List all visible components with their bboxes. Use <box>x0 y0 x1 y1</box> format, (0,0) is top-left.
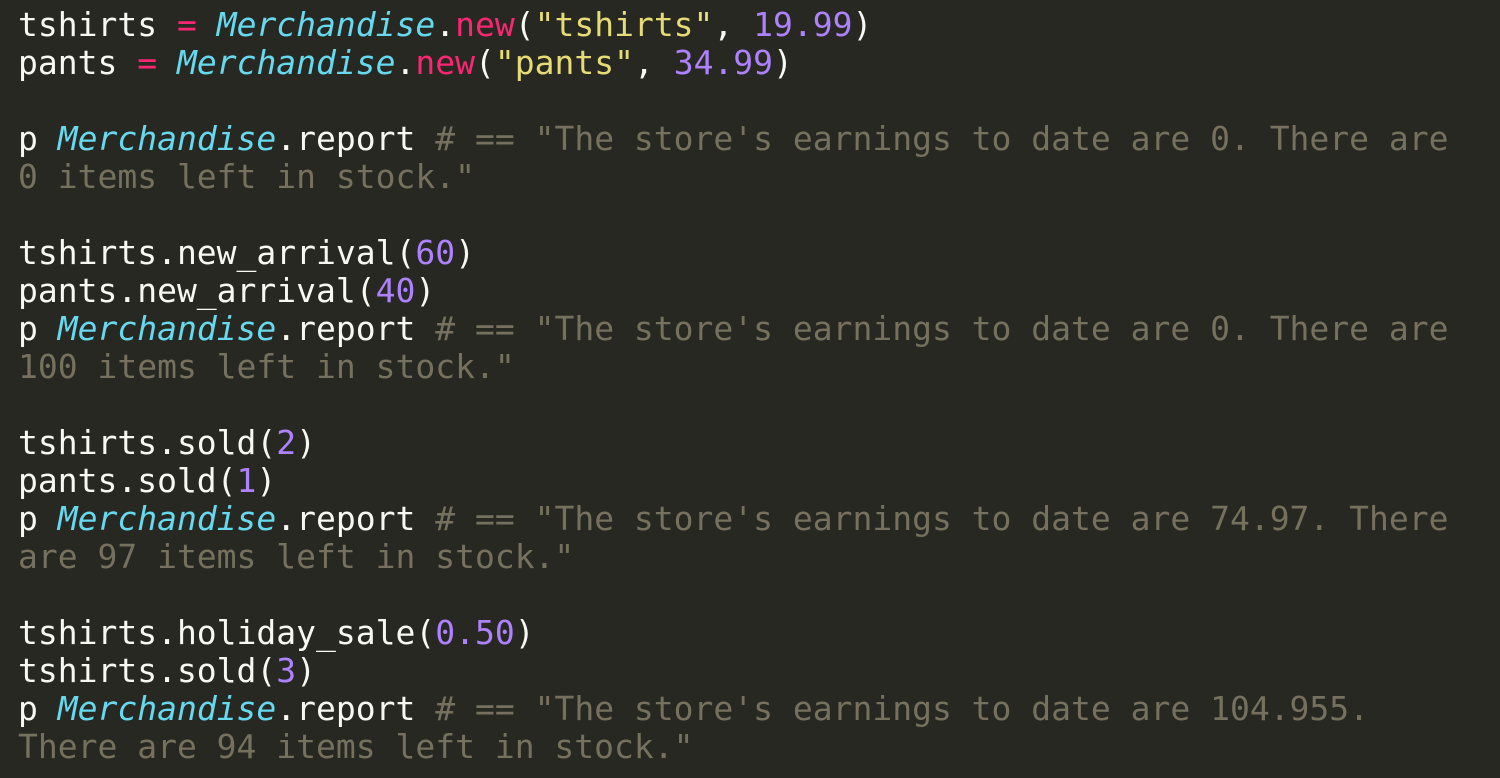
token-plain: , <box>633 43 674 82</box>
code-line: tshirts.sold(2) <box>18 424 1500 462</box>
token-plain: p <box>18 689 58 728</box>
token-operator: new <box>455 5 515 44</box>
code-line: 100 items left in stock." <box>18 348 1500 386</box>
token-plain: ) <box>256 461 277 500</box>
code-line: tshirts.sold(3) <box>18 652 1500 690</box>
code-line: are 97 items left in stock." <box>18 538 1500 576</box>
token-comment: # == "The store's earnings to date are 1… <box>435 689 1370 728</box>
code-line: p Merchandise.report # == "The store's e… <box>18 120 1500 158</box>
token-plain: ) <box>852 5 873 44</box>
code-line: p Merchandise.report # == "The store's e… <box>18 500 1500 538</box>
token-number: 34.99 <box>673 43 774 82</box>
code-line: p Merchandise.report # == "The store's e… <box>18 310 1500 348</box>
token-plain: ) <box>415 271 436 310</box>
token-comment: 100 items left in stock." <box>18 347 515 386</box>
token-comment: # == "The store's earnings to date are 0… <box>435 119 1449 158</box>
code-line: There are 94 items left in stock." <box>18 728 1500 766</box>
token-plain: tshirts.sold( <box>18 423 277 462</box>
token-plain: p <box>18 499 58 538</box>
code-line: pants.sold(1) <box>18 462 1500 500</box>
token-number: 3 <box>276 651 297 690</box>
token-comment: # == "The store's earnings to date are 0… <box>435 309 1449 348</box>
token-plain: p <box>18 309 58 348</box>
code-line: tshirts.holiday_sale(0.50) <box>18 614 1500 652</box>
token-plain: tshirts.new_arrival( <box>18 233 416 272</box>
token-class: Merchandise <box>57 119 277 158</box>
token-number: 1 <box>236 461 257 500</box>
token-operator: new <box>415 43 475 82</box>
token-plain: ) <box>455 233 475 272</box>
code-line: p Merchandise.report # == "The store's e… <box>18 690 1500 728</box>
token-plain: tshirts.sold( <box>18 651 277 690</box>
token-class: Merchandise <box>57 689 277 728</box>
token-plain: ( <box>475 43 495 82</box>
token-class: Merchandise <box>216 5 436 44</box>
code-line: tshirts.new_arrival(60) <box>18 234 1500 272</box>
token-number: 2 <box>276 423 297 462</box>
token-comment: There are 94 items left in stock." <box>18 727 694 766</box>
token-plain: pants <box>18 43 138 82</box>
token-number: 19.99 <box>753 5 853 44</box>
token-plain: ) <box>514 613 535 652</box>
token-comment: 0 items left in stock." <box>18 157 475 196</box>
token-plain: , <box>713 5 754 44</box>
token-plain: pants.sold( <box>18 461 237 500</box>
token-plain: .report <box>276 499 436 538</box>
token-plain: . <box>435 5 456 44</box>
token-plain: .report <box>276 309 436 348</box>
token-operator: = <box>176 5 197 44</box>
code-line: pants.new_arrival(40) <box>18 272 1500 310</box>
token-plain: p <box>18 119 58 158</box>
token-plain: ) <box>296 423 317 462</box>
code-editor[interactable]: tshirts = Merchandise.new("tshirts", 19.… <box>0 0 1500 778</box>
token-plain: .report <box>276 689 436 728</box>
token-class: Merchandise <box>176 43 396 82</box>
token-operator: = <box>137 43 158 82</box>
token-string: "pants" <box>494 43 634 82</box>
token-class: Merchandise <box>57 499 277 538</box>
token-plain: ( <box>514 5 535 44</box>
code-line: pants = Merchandise.new("pants", 34.99) <box>18 44 1500 82</box>
token-number: 40 <box>375 271 416 310</box>
token-plain: ) <box>773 43 793 82</box>
code-line: tshirts = Merchandise.new("tshirts", 19.… <box>18 6 1500 44</box>
code-line: 0 items left in stock." <box>18 158 1500 196</box>
token-number: 0.50 <box>435 613 515 652</box>
token-comment: are 97 items left in stock." <box>18 537 575 576</box>
token-plain: ) <box>296 651 317 690</box>
token-class: Merchandise <box>57 309 277 348</box>
token-number: 60 <box>415 233 456 272</box>
token-plain: .report <box>276 119 436 158</box>
token-plain: tshirts.holiday_sale( <box>18 613 436 652</box>
token-plain: pants.new_arrival( <box>18 271 376 310</box>
token-plain: tshirts <box>18 5 177 44</box>
token-plain: . <box>395 43 416 82</box>
token-string: "tshirts" <box>534 5 714 44</box>
token-comment: # == "The store's earnings to date are 7… <box>435 499 1449 538</box>
